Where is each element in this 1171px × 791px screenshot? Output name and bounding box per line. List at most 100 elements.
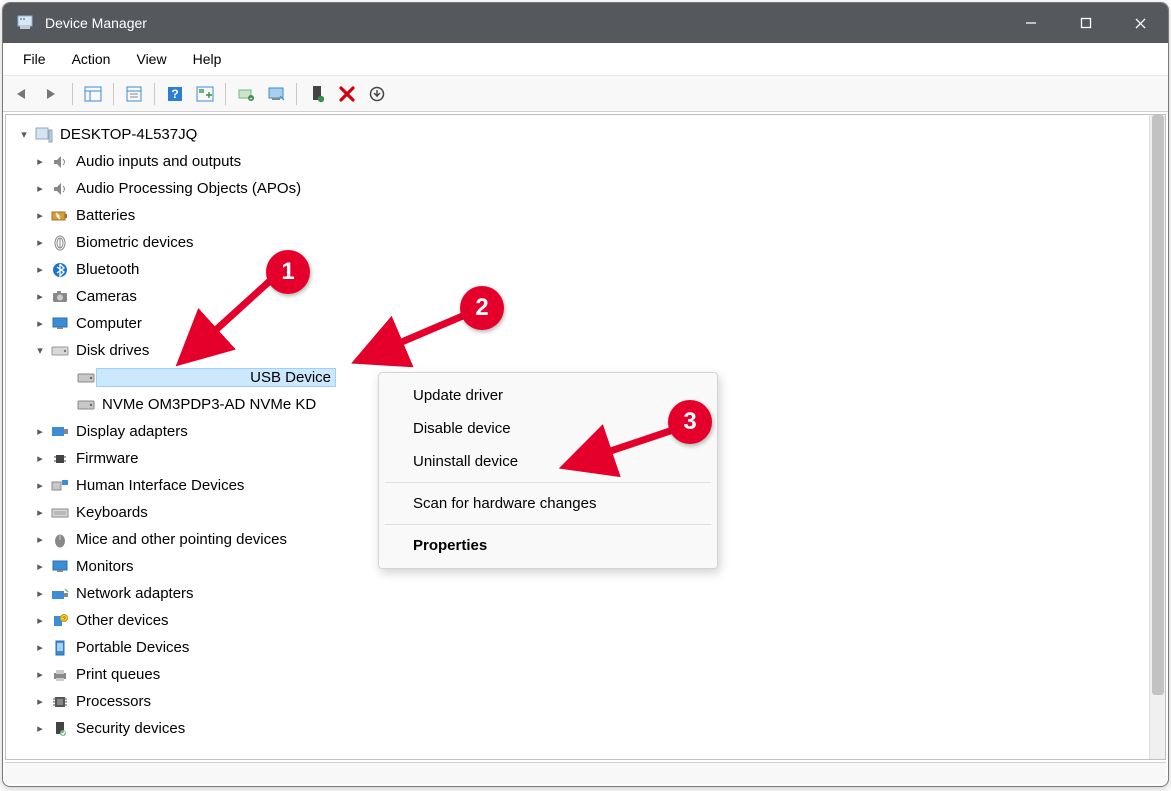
disk-icon bbox=[76, 369, 96, 387]
tree-label: Disk drives bbox=[74, 342, 151, 359]
chevron-right-icon[interactable]: ▸ bbox=[32, 208, 48, 224]
chevron-right-icon[interactable]: ▸ bbox=[32, 613, 48, 629]
uninstall-device-button[interactable] bbox=[334, 81, 360, 107]
tree-label: Batteries bbox=[74, 207, 137, 224]
chevron-right-icon[interactable]: ▸ bbox=[32, 586, 48, 602]
chevron-right-icon[interactable]: ▸ bbox=[32, 424, 48, 440]
tree-label: Firmware bbox=[74, 450, 141, 467]
menu-file[interactable]: File bbox=[11, 47, 58, 71]
back-button[interactable] bbox=[9, 81, 35, 107]
chevron-down-icon[interactable]: ▾ bbox=[32, 343, 48, 359]
chevron-right-icon[interactable]: ▸ bbox=[32, 667, 48, 683]
chevron-right-icon[interactable]: ▸ bbox=[32, 316, 48, 332]
cpu-icon bbox=[50, 693, 70, 711]
tree-label: Keyboards bbox=[74, 504, 150, 521]
chevron-right-icon[interactable]: ▸ bbox=[32, 154, 48, 170]
cm-scan-hardware[interactable]: Scan for hardware changes bbox=[379, 487, 717, 520]
svg-text:?: ? bbox=[171, 87, 178, 101]
chevron-down-icon[interactable]: ▾ bbox=[16, 127, 32, 143]
chevron-right-icon[interactable]: ▸ bbox=[32, 478, 48, 494]
portable-device-icon bbox=[50, 639, 70, 657]
chevron-right-icon[interactable]: ▸ bbox=[32, 505, 48, 521]
statusbar bbox=[5, 762, 1166, 784]
forward-button[interactable] bbox=[39, 81, 65, 107]
scan-button[interactable] bbox=[192, 81, 218, 107]
monitor-icon bbox=[50, 315, 70, 333]
tree-item-batteries[interactable]: ▸ Batteries bbox=[6, 202, 1149, 229]
tree-label: Audio inputs and outputs bbox=[74, 153, 243, 170]
minimize-button[interactable] bbox=[1003, 3, 1058, 43]
speaker-icon bbox=[50, 153, 70, 171]
tree-label: NVMe OM3PDP3-AD NVMe KD bbox=[100, 396, 318, 413]
cm-update-driver[interactable]: Update driver bbox=[379, 379, 717, 412]
tree-label: Display adapters bbox=[74, 423, 190, 440]
cm-properties[interactable]: Properties bbox=[379, 529, 717, 562]
tree-item-audio-io[interactable]: ▸ Audio inputs and outputs bbox=[6, 148, 1149, 175]
printer-icon bbox=[50, 666, 70, 684]
chevron-right-icon[interactable]: ▸ bbox=[32, 235, 48, 251]
chevron-right-icon[interactable]: ▸ bbox=[32, 640, 48, 656]
fingerprint-icon bbox=[50, 234, 70, 252]
other-device-icon: ? bbox=[50, 612, 70, 630]
menu-separator bbox=[385, 482, 711, 483]
maximize-button[interactable] bbox=[1058, 3, 1113, 43]
tree-item-security[interactable]: ▸ Security devices bbox=[6, 715, 1149, 742]
tree-label: Mice and other pointing devices bbox=[74, 531, 289, 548]
vertical-scrollbar[interactable] bbox=[1149, 115, 1165, 759]
chevron-right-icon[interactable]: ▸ bbox=[32, 289, 48, 305]
display-adapter-icon bbox=[50, 423, 70, 441]
tree-label: Print queues bbox=[74, 666, 162, 683]
chevron-right-icon[interactable]: ▸ bbox=[32, 694, 48, 710]
annotation-badge-3: 3 bbox=[668, 400, 712, 444]
computer-icon bbox=[34, 126, 54, 144]
scroll-thumb[interactable] bbox=[1152, 115, 1164, 695]
chip-icon bbox=[50, 450, 70, 468]
tree-label: Audio Processing Objects (APOs) bbox=[74, 180, 303, 197]
chevron-right-icon[interactable]: ▸ bbox=[32, 262, 48, 278]
menubar: File Action View Help bbox=[3, 43, 1168, 76]
window-title: Device Manager bbox=[45, 15, 147, 31]
properties-button[interactable] bbox=[121, 81, 147, 107]
tree-item-network[interactable]: ▸ Network adapters bbox=[6, 580, 1149, 607]
disk-icon bbox=[50, 342, 70, 360]
battery-icon bbox=[50, 207, 70, 225]
tree-label: Security devices bbox=[74, 720, 187, 737]
toolbar: ? + bbox=[3, 76, 1168, 112]
tree-item-processors[interactable]: ▸ Processors bbox=[6, 688, 1149, 715]
enable-device-button[interactable] bbox=[304, 81, 330, 107]
tree-root[interactable]: ▾ DESKTOP-4L537JQ bbox=[6, 121, 1149, 148]
hid-icon bbox=[50, 477, 70, 495]
help-button[interactable]: ? bbox=[162, 81, 188, 107]
tree-item-biometric[interactable]: ▸ Biometric devices bbox=[6, 229, 1149, 256]
menu-help[interactable]: Help bbox=[181, 47, 234, 71]
bluetooth-icon bbox=[50, 261, 70, 279]
disable-device-button[interactable] bbox=[263, 81, 289, 107]
tree-label: Network adapters bbox=[74, 585, 196, 602]
speaker-icon bbox=[50, 180, 70, 198]
chevron-right-icon[interactable]: ▸ bbox=[32, 721, 48, 737]
titlebar: Device Manager bbox=[3, 3, 1168, 43]
tree-item-print-queues[interactable]: ▸ Print queues bbox=[6, 661, 1149, 688]
tree-label: Cameras bbox=[74, 288, 139, 305]
chevron-right-icon[interactable]: ▸ bbox=[32, 181, 48, 197]
security-device-icon bbox=[50, 720, 70, 738]
scan-hardware-button[interactable] bbox=[364, 81, 390, 107]
chevron-right-icon[interactable]: ▸ bbox=[32, 559, 48, 575]
tree-label: Human Interface Devices bbox=[74, 477, 246, 494]
mouse-icon bbox=[50, 531, 70, 549]
tree-item-portable[interactable]: ▸ Portable Devices bbox=[6, 634, 1149, 661]
tree-label: Portable Devices bbox=[74, 639, 191, 656]
show-hide-tree-button[interactable] bbox=[80, 81, 106, 107]
annotation-badge-2: 2 bbox=[460, 286, 504, 330]
tree-item-audio-processing[interactable]: ▸ Audio Processing Objects (APOs) bbox=[6, 175, 1149, 202]
close-button[interactable] bbox=[1113, 3, 1168, 43]
menu-view[interactable]: View bbox=[124, 47, 178, 71]
tree-item-other[interactable]: ▸ ? Other devices bbox=[6, 607, 1149, 634]
camera-icon bbox=[50, 288, 70, 306]
update-driver-button[interactable]: + bbox=[233, 81, 259, 107]
menu-action[interactable]: Action bbox=[60, 47, 123, 71]
tree-label: Processors bbox=[74, 693, 153, 710]
chevron-right-icon[interactable]: ▸ bbox=[32, 532, 48, 548]
svg-text:+: + bbox=[249, 96, 253, 102]
chevron-right-icon[interactable]: ▸ bbox=[32, 451, 48, 467]
